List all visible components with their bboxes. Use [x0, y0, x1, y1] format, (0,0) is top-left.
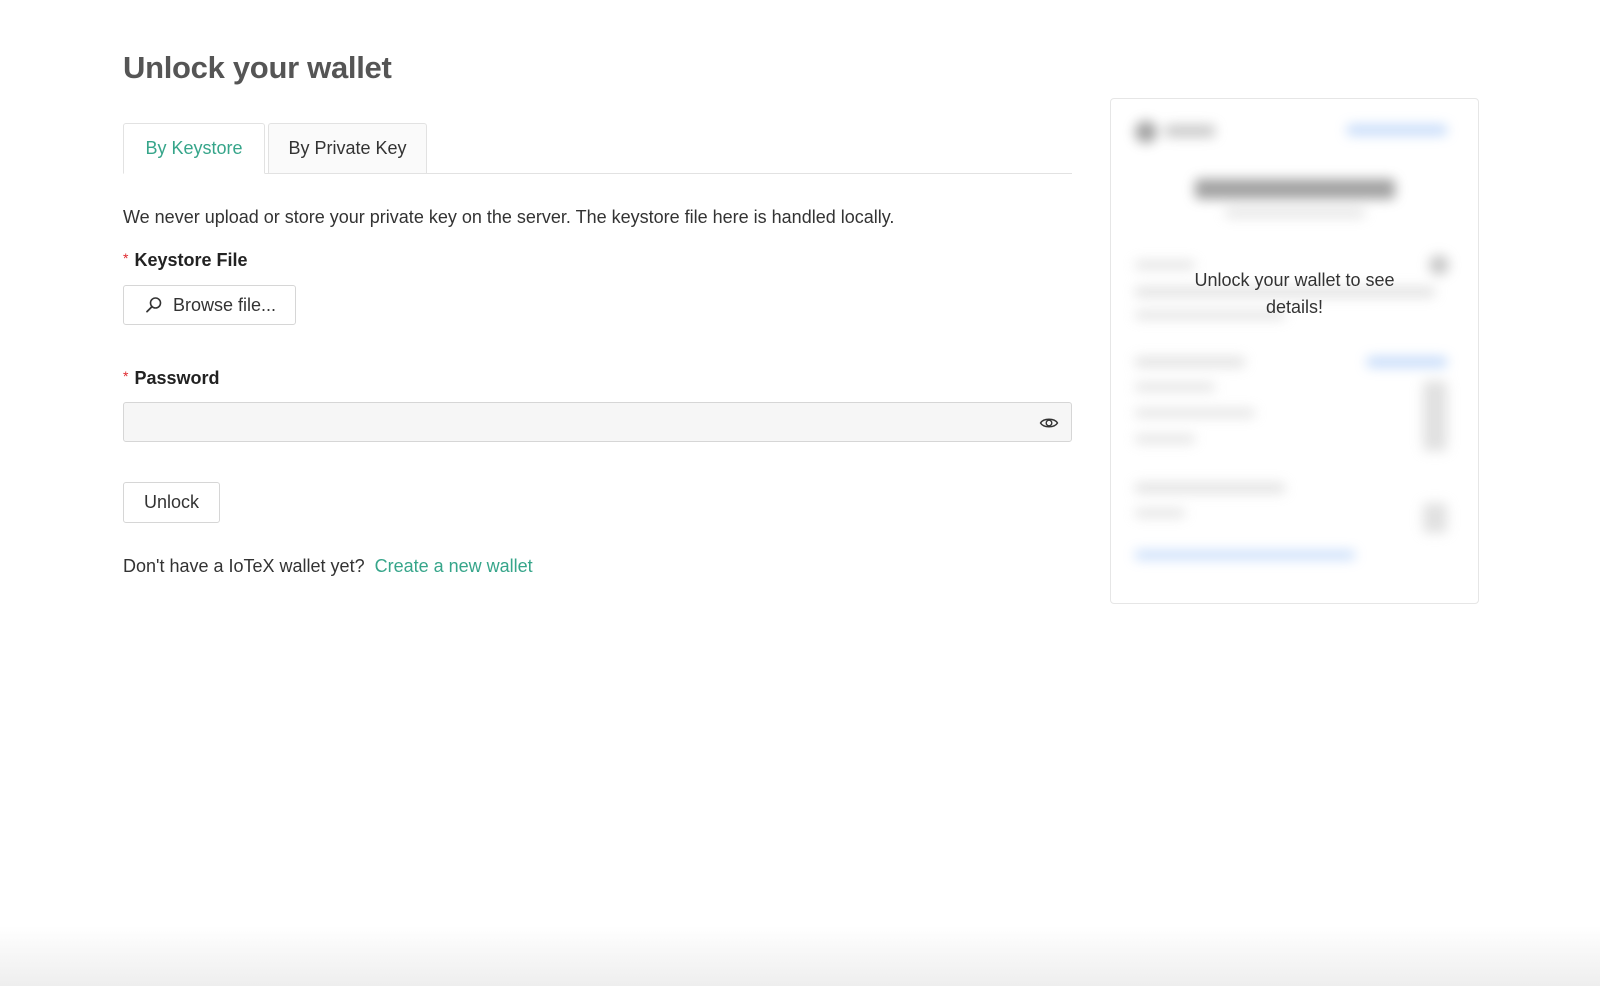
required-marker: *: [123, 250, 129, 266]
blurred-wallet-preview: [1111, 99, 1478, 603]
unlock-to-see-details-message: Unlock your wallet to see details!: [1194, 270, 1395, 317]
password-field: [123, 402, 1072, 442]
page: Unlock your wallet By Keystore By Privat…: [0, 0, 1600, 986]
password-label-text: Password: [134, 368, 220, 388]
browse-file-label: Browse file...: [173, 294, 277, 315]
security-notice: We never upload or store your private ke…: [123, 207, 895, 227]
search-icon: [144, 295, 164, 315]
eye-icon[interactable]: [1039, 413, 1059, 433]
keystore-file-label: * Keystore File: [123, 250, 248, 271]
bottom-fade: [0, 926, 1600, 986]
password-label: * Password: [123, 368, 220, 389]
password-input[interactable]: [124, 403, 1071, 441]
required-marker: *: [123, 368, 129, 384]
tab-by-private-key[interactable]: By Private Key: [268, 123, 427, 174]
tab-by-keystore[interactable]: By Keystore: [123, 123, 265, 174]
signup-row: Don't have a IoTeX wallet yet? Create a n…: [123, 556, 533, 577]
page-title: Unlock your wallet: [123, 50, 392, 85]
unlock-button[interactable]: Unlock: [123, 482, 220, 523]
browse-file-button[interactable]: Browse file...: [123, 285, 296, 325]
keystore-file-label-text: Keystore File: [134, 250, 248, 270]
tab-bar: By Keystore By Private Key: [123, 123, 1072, 174]
signup-prompt: Don't have a IoTeX wallet yet?: [123, 556, 365, 576]
wallet-details-card: Unlock your wallet to see details!: [1110, 98, 1479, 604]
create-wallet-link[interactable]: Create a new wallet: [375, 556, 533, 576]
